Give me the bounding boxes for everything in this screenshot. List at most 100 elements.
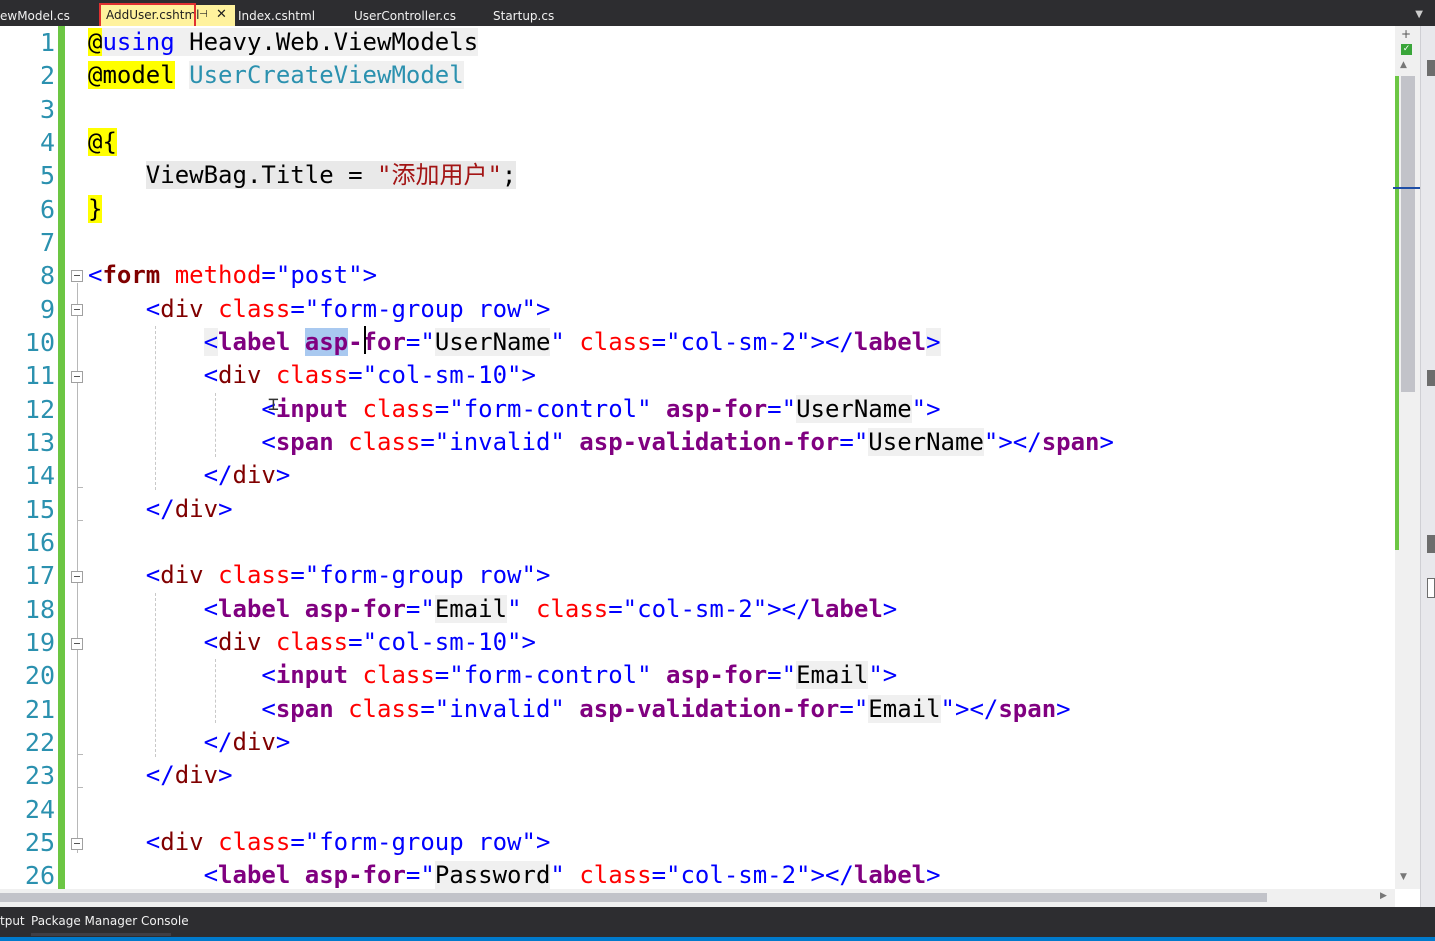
code-token: < — [261, 695, 276, 723]
attribute-name: class — [218, 828, 291, 856]
code-line-2: @model UserCreateViewModel — [88, 59, 464, 92]
close-icon[interactable]: ✕ — [216, 5, 227, 25]
collapse-icon[interactable] — [71, 270, 83, 282]
document-tab-strip: ewModel.cs AddUser.cshtml ⊣ ✕ Index.csht… — [0, 0, 1435, 26]
attribute-name: class — [362, 395, 435, 423]
tag-helper-name: label — [218, 328, 291, 356]
horizontal-scroll-thumb[interactable] — [0, 893, 1267, 902]
attribute-value: Email — [434, 595, 508, 623]
line-number: 10 — [24, 328, 55, 357]
line-number: 17 — [24, 561, 55, 590]
tag-helper-name: span — [1041, 428, 1100, 456]
collapse-icon[interactable] — [71, 304, 83, 316]
code-token: = — [290, 295, 305, 323]
line-number: 5 — [39, 161, 55, 190]
attribute-value: "col-sm-10" — [362, 361, 522, 389]
code-token: </ — [145, 761, 175, 789]
tab-viewmodel-cs[interactable]: ewModel.cs — [0, 6, 90, 26]
code-token: > — [926, 328, 941, 356]
collapse-icon[interactable] — [71, 571, 83, 583]
tool-window-tab-bar — [0, 907, 1435, 941]
collapse-icon[interactable] — [71, 371, 83, 383]
attribute-value: UserName — [434, 328, 551, 356]
attribute-name: class — [218, 295, 291, 323]
line-number: 26 — [24, 861, 55, 889]
attribute-value: "col-sm-10" — [362, 628, 522, 656]
code-token: < — [261, 428, 276, 456]
line-number: 8 — [39, 261, 55, 290]
line-number: 24 — [24, 795, 55, 824]
code-token: = — [420, 428, 435, 456]
attribute-name: class — [275, 361, 349, 389]
code-token: = — [608, 595, 623, 623]
attribute-value: " — [275, 261, 291, 289]
attribute-value: Password — [434, 861, 551, 889]
code-token: = — [839, 695, 854, 723]
outline-tick — [77, 754, 83, 755]
code-line-20: <input class="form-control" asp-for="Ema… — [88, 659, 897, 692]
code-line-6: } — [88, 193, 103, 226]
code-token: > — [218, 495, 233, 523]
attribute-value: " — [781, 661, 797, 689]
scroll-up-arrow-icon[interactable]: ▲ — [1400, 60, 1407, 70]
attribute-value: post — [290, 261, 349, 289]
attribute-value: " — [983, 428, 999, 456]
scroll-right-arrow-icon[interactable]: ▶ — [1380, 891, 1387, 901]
attribute-value: "form-group row" — [304, 561, 536, 589]
attribute-value: "invalid" — [434, 428, 565, 456]
attribute-value: "col-sm-2" — [666, 861, 811, 889]
line-number: 2 — [39, 61, 55, 90]
pin-icon[interactable]: ⊣ — [199, 5, 208, 25]
attribute-name: class — [579, 328, 652, 356]
code-editor[interactable]: 1 2 3 4 5 6 7 8 9 10 11 12 13 14 15 16 1… — [0, 26, 1395, 889]
vertical-scroll-thumb[interactable] — [1401, 76, 1415, 392]
no-issues-check-icon[interactable]: ✓ — [1401, 44, 1412, 55]
tag-helper-name: label — [853, 328, 927, 356]
attribute-value: Email — [868, 695, 941, 723]
collapse-icon[interactable] — [71, 838, 83, 850]
chevron-down-icon[interactable]: ▼ — [1415, 9, 1423, 21]
tab-label: AddUser.cshtml — [106, 8, 200, 22]
tag-helper-name: span — [275, 695, 334, 723]
tab-index-cshtml[interactable]: Index.cshtml — [238, 6, 338, 26]
tab-startup-cs[interactable]: Startup.cs — [493, 6, 583, 26]
csharp-statement: ViewBag.Title = "添加用户"; — [145, 161, 517, 189]
tag-helper-attribute: asp-for — [304, 595, 406, 623]
tag-name: div — [174, 495, 219, 523]
scroll-down-arrow-icon[interactable]: ▼ — [1400, 872, 1407, 882]
side-panel-edge[interactable] — [1420, 26, 1435, 907]
code-token: = — [405, 861, 421, 889]
tab-label: Index.cshtml — [238, 9, 316, 23]
code-token: > — [1056, 695, 1071, 723]
line-number: 9 — [39, 295, 55, 324]
code-token: < — [203, 628, 219, 656]
attribute-name: class — [348, 695, 421, 723]
code-token: = — [767, 661, 782, 689]
attribute-value: " — [420, 861, 435, 889]
tab-adduser-cshtml[interactable]: AddUser.cshtml ⊣ ✕ — [101, 5, 235, 26]
code-line-13: <span class="invalid" asp-validation-for… — [88, 426, 1114, 459]
code-token: > — [275, 728, 291, 756]
tab-usercontroller-cs[interactable]: UserController.cs — [354, 6, 484, 26]
code-token: </ — [145, 495, 175, 523]
tag-name: div — [232, 461, 276, 489]
code-line-22: </div> — [88, 726, 291, 759]
attribute-value: "form-control" — [449, 395, 652, 423]
collapse-icon[interactable] — [71, 638, 83, 650]
razor-directive: @model — [88, 61, 175, 89]
tag-helper-name: label — [810, 595, 883, 623]
code-token: = — [405, 328, 421, 356]
code-line-1: @using Heavy.Web.ViewModels — [88, 26, 479, 59]
code-token: </ — [203, 728, 233, 756]
code-token: = — [348, 628, 363, 656]
outline-tick — [77, 520, 83, 521]
line-number: 7 — [39, 228, 55, 257]
split-editor-button[interactable]: + — [1398, 27, 1414, 41]
code-line-21: <span class="invalid" asp-validation-for… — [88, 693, 1071, 726]
tab-package-manager-console[interactable]: Package Manager Console — [31, 914, 189, 928]
tab-output[interactable]: tput — [0, 914, 25, 928]
attribute-value: " — [420, 328, 435, 356]
attribute-value: UserName — [868, 428, 984, 456]
line-number: 12 — [24, 395, 55, 424]
code-token: = — [651, 328, 667, 356]
